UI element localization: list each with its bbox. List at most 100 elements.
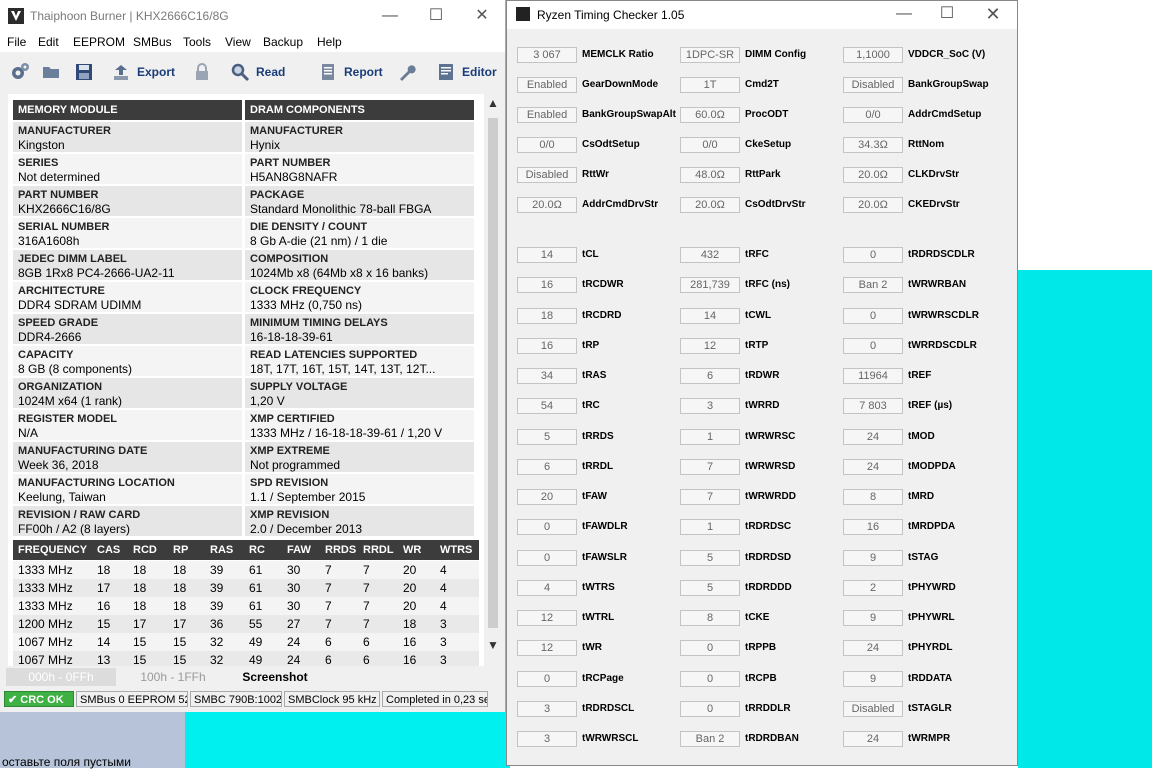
timing-label: tCWL: [745, 309, 772, 321]
export-button[interactable]: Export: [111, 60, 175, 84]
info-cell-right: SPD REVISION 1.1 / September 2015: [245, 474, 474, 504]
info-cell-left: SERIES Not determined: [13, 154, 242, 184]
timing-value-field: 1DPC-SR: [680, 47, 740, 63]
info-value: N/A: [18, 426, 39, 440]
info-cell-right: MANUFACTURER Hynix: [245, 122, 474, 152]
timing-value-field: 20.0Ω: [517, 197, 577, 213]
report-icon: [322, 64, 334, 80]
info-label: CLOCK FREQUENCY: [250, 285, 362, 297]
timing-label: CLKDrvStr: [908, 169, 960, 180]
table-cell: 39: [210, 563, 224, 577]
timing-label: tRFC: [745, 249, 769, 260]
info-value: 8GB 1Rx8 PC4-2666-UA2-11: [18, 266, 175, 280]
timing-value-field: 16: [843, 519, 903, 536]
timing-label: tRCDRD: [582, 309, 622, 321]
smbclock-status: SMBClock 95 kHz: [284, 691, 380, 707]
timing-label: tFAWSLR: [582, 551, 627, 563]
app-icon: [516, 7, 530, 21]
rtc-close-button[interactable]: ✕: [973, 2, 1013, 26]
table-cell: 3: [440, 617, 447, 631]
timing-label: DIMM Config: [745, 49, 807, 60]
table-cell: 15: [133, 653, 147, 666]
info-label: PART NUMBER: [18, 189, 99, 201]
scroll-down-arrow-icon[interactable]: ▼: [487, 638, 499, 652]
tab-100h-1ffh[interactable]: 100h - 1FFh: [118, 668, 228, 686]
close-button[interactable]: ✕: [462, 4, 502, 28]
thaiphoon-window: Thaiphoon Burner | KHX2666C16/8G — ☐ ✕ F…: [0, 0, 506, 712]
open-button[interactable]: [41, 60, 61, 84]
tab-bar: 000h - 0FFh 100h - 1FFh Screenshot: [0, 666, 505, 688]
spd-report-panel: MEMORY MODULE DRAM COMPONENTS MANUFACTUR…: [8, 94, 484, 666]
info-cell-left: ARCHITECTURE DDR4 SDRAM UDIMM: [13, 282, 242, 312]
timing-label: tRAS: [582, 370, 607, 381]
info-label: COMPOSITION: [250, 253, 329, 265]
tools-button[interactable]: [397, 60, 417, 84]
info-value: Standard Monolithic 78-ball FBGA: [250, 202, 432, 216]
timing-label: CKEDrvStr: [908, 199, 960, 210]
timing-label: tPHYWRL: [908, 612, 955, 623]
info-cell-right: XMP REVISION 2.0 / December 2013: [245, 506, 474, 536]
table-cell: 16: [403, 635, 417, 649]
info-value: DDR4-2666: [18, 330, 82, 344]
table-cell: 18: [403, 617, 417, 631]
table-cell: 17: [133, 617, 147, 631]
table-cell: 32: [210, 653, 224, 666]
read-label: Read: [256, 65, 286, 79]
menu-view[interactable]: View: [225, 35, 251, 49]
timing-label: tSTAG: [908, 551, 939, 563]
table-cell: 3: [440, 653, 447, 666]
menu-eeprom[interactable]: EEPROM: [73, 35, 125, 49]
timing-column-header: RAS: [210, 544, 234, 556]
info-label: XMP REVISION: [250, 509, 330, 521]
rtc-minimize-button[interactable]: —: [884, 2, 924, 26]
table-cell: 61: [249, 581, 263, 595]
timing-label: ProcODT: [745, 109, 789, 120]
table-cell: 27: [287, 617, 301, 631]
tab-000h-0ffh[interactable]: 000h - 0FFh: [6, 668, 116, 686]
dram-components-header: DRAM COMPONENTS: [245, 100, 474, 120]
tab-screenshot[interactable]: Screenshot: [230, 668, 320, 686]
scrollbar-thumb[interactable]: [488, 118, 498, 628]
timing-value-field: 11964: [843, 368, 903, 384]
lock-button[interactable]: [192, 60, 212, 84]
info-value: Keelung, Taiwan: [18, 490, 106, 504]
report-button[interactable]: Report: [318, 60, 383, 84]
timing-value-field: 3: [517, 731, 577, 747]
timing-column-header: RRDS: [325, 544, 357, 556]
editor-button[interactable]: Editor: [436, 60, 497, 84]
info-value: DDR4 SDRAM UDIMM: [18, 298, 142, 312]
table-row: 1067 MHz 14 15 15 32 49 24 6 6 16 3: [13, 633, 479, 651]
timing-value-field: 0: [843, 307, 903, 324]
info-value: 1.1 / September 2015: [250, 490, 366, 504]
info-label: MINIMUM TIMING DELAYS: [250, 317, 388, 329]
table-row: 1333 MHz 16 18 18 39 61 30 7 7 20 4: [13, 597, 479, 615]
timing-label: tRDDATA: [908, 672, 953, 684]
menu-backup[interactable]: Backup: [263, 35, 303, 49]
table-cell: 18: [133, 599, 147, 613]
menu-edit[interactable]: Edit: [38, 35, 59, 49]
vertical-scrollbar[interactable]: ▲ ▼: [486, 94, 500, 666]
settings-button[interactable]: [10, 60, 30, 84]
ryzen-timing-checker-window: Ryzen Timing Checker 1.05 — ☐ ✕ 3 067 MEM…: [506, 0, 1018, 766]
menu-smbus[interactable]: SMBus: [133, 35, 172, 49]
menu-file[interactable]: File: [7, 35, 26, 49]
timing-label: tWRWRSCDLR: [908, 309, 979, 321]
timing-value-field: 7 803: [843, 398, 903, 415]
minimize-button[interactable]: —: [370, 4, 410, 28]
menu-tools[interactable]: Tools: [183, 35, 211, 49]
menu-help[interactable]: Help: [317, 35, 342, 49]
save-button[interactable]: [74, 60, 94, 84]
maximize-button[interactable]: ☐: [416, 4, 456, 28]
info-cell-left: SERIAL NUMBER 316A1608h: [13, 218, 242, 248]
scroll-up-arrow-icon[interactable]: ▲: [487, 96, 499, 110]
info-value: Hynix: [250, 138, 281, 152]
timing-value-field: 48.0Ω: [680, 167, 740, 183]
table-cell: 18: [133, 563, 147, 577]
info-value: Week 36, 2018: [18, 458, 99, 472]
rtc-maximize-button[interactable]: ☐: [927, 2, 967, 26]
timing-label: tRRDS: [582, 430, 614, 442]
info-value: Not determined: [18, 170, 101, 184]
read-button[interactable]: Read: [230, 60, 285, 84]
timing-value-field: 12: [517, 640, 577, 657]
timing-label: tMOD: [908, 430, 935, 442]
